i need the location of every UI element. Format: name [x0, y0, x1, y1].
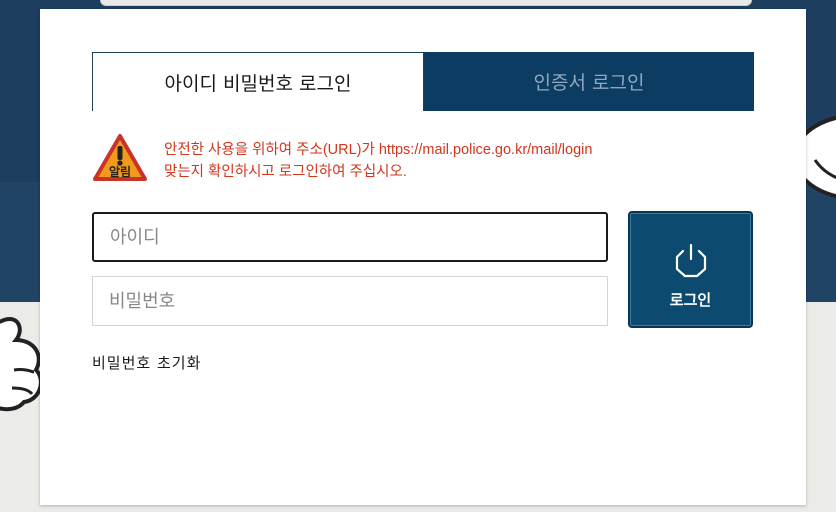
id-input[interactable]	[92, 212, 608, 262]
login-button[interactable]: 로그인	[628, 211, 753, 328]
top-search-bar	[100, 0, 752, 6]
notice-line-2: 맞는지 확인하시고 로그인하여 주십시오.	[164, 164, 407, 180]
security-notice: 알림 안전한 사용을 위하여 주소(URL)가 https://mail.pol…	[92, 133, 754, 193]
notice-message: 안전한 사용을 위하여 주소(URL)가 https://mail.police…	[164, 139, 592, 183]
alert-icon: 알림	[93, 134, 147, 181]
alert-icon-label: 알림	[109, 165, 131, 179]
password-input[interactable]	[92, 276, 608, 326]
tab-id-password-login[interactable]: 아이디 비밀번호 로그인	[92, 52, 424, 111]
login-panel: 아이디 비밀번호 로그인 인증서 로그인 알림 안전한 사용을 위하여 주소(U…	[40, 9, 806, 505]
power-icon	[675, 243, 707, 278]
tab-certificate-login[interactable]: 인증서 로그인	[424, 52, 754, 111]
reset-password-link[interactable]: 비밀번호 초기화	[92, 352, 201, 373]
login-tabs: 아이디 비밀번호 로그인 인증서 로그인	[92, 52, 754, 111]
notice-line-1: 안전한 사용을 위하여 주소(URL)가 https://mail.police…	[164, 142, 593, 158]
login-button-label: 로그인	[669, 291, 712, 309]
